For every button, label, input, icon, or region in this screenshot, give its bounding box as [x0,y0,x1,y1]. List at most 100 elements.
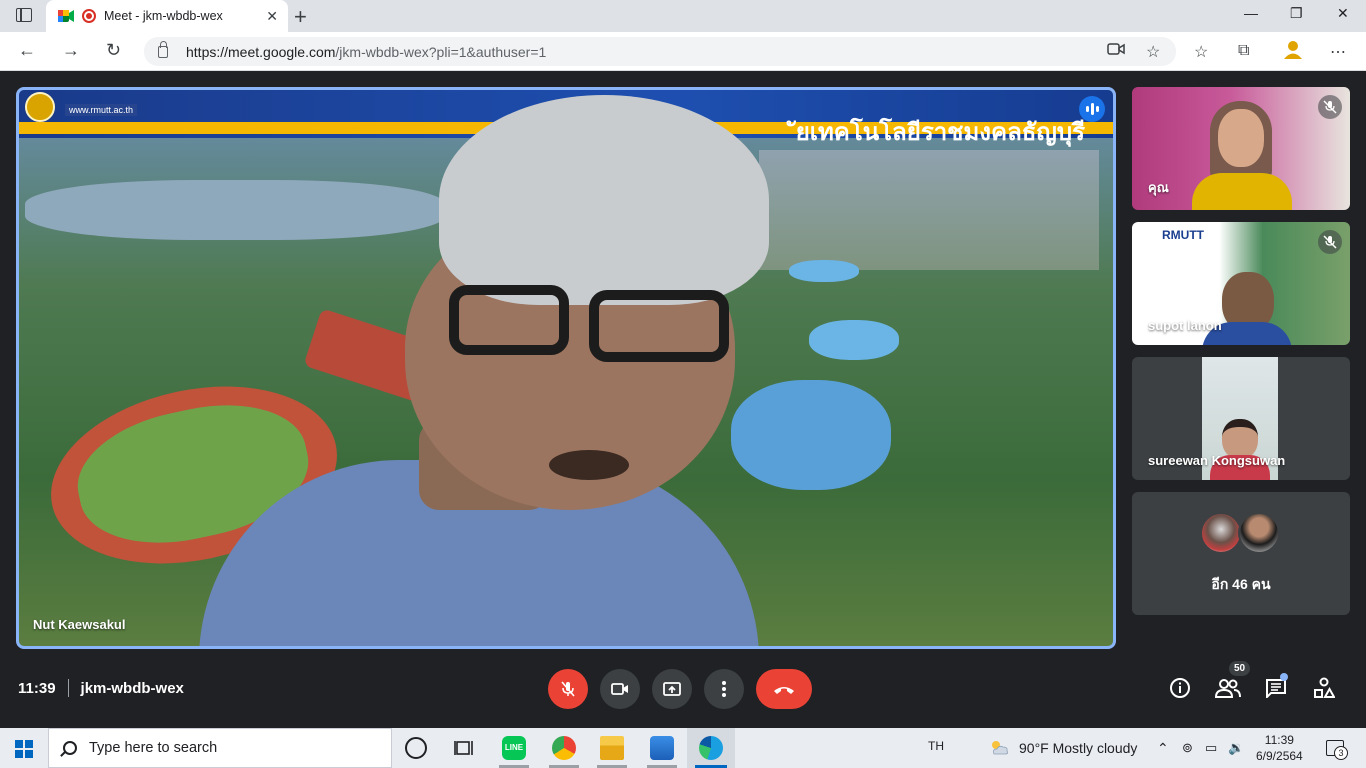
photos-icon[interactable] [650,736,674,760]
participant-shirt [1192,173,1292,210]
notification-count: 3 [1334,746,1348,760]
banner-website: www.rmutt.ac.th [65,104,138,116]
cortana-icon[interactable] [405,737,427,759]
background-pond [731,380,891,490]
address-bar[interactable]: https://meet.google.com/jkm-wbdb-wex?pli… [144,37,1176,66]
favorites-icon[interactable]: ☆ [1194,42,1208,62]
participant-tile[interactable]: RMUTT supot lanon [1132,222,1350,345]
divider [67,679,69,697]
file-explorer-icon[interactable] [600,736,624,760]
tab-actions-icon[interactable] [16,8,32,22]
background-city [759,150,1099,270]
reload-icon[interactable]: ↻ [106,40,121,61]
network-icon[interactable]: ⊚ [1182,740,1193,756]
windows-start-icon[interactable] [15,740,33,758]
activities-button[interactable] [1311,675,1337,701]
clock-date: 6/9/2564 [1256,749,1303,763]
chat-icon [1266,679,1286,698]
mic-off-icon [561,681,575,697]
taskbar-search[interactable]: Type here to search [48,728,392,768]
people-button[interactable] [1215,675,1241,701]
more-options-button[interactable] [704,669,744,709]
camera-icon [611,683,628,695]
speaker-glasses [449,285,569,355]
avatar-group [1200,512,1280,554]
chevron-up-icon[interactable]: ⌃ [1157,740,1169,757]
input-language[interactable]: TH [928,739,944,753]
meeting-time: 11:39 [18,679,56,697]
camera-toggle-button[interactable] [600,669,640,709]
restore-icon[interactable]: ❐ [1290,5,1303,22]
background-pond [809,320,899,360]
speaking-indicator-icon [1079,96,1105,122]
meeting-details-button[interactable] [1167,675,1193,701]
participant-face [1218,109,1264,167]
url-host: https://meet.google.com [186,43,336,60]
search-placeholder: Type here to search [89,740,218,756]
search-icon [63,741,77,755]
speaker-hair [439,95,769,305]
more-participants-label: อีก 46 คน [1211,576,1271,592]
more-vert-icon [722,681,726,697]
main-video-tile[interactable]: www.rmutt.ac.th ัยเทคโนโลยีราชมงคลธัญบุร… [16,87,1116,649]
profile-avatar-icon[interactable] [1282,38,1304,65]
participants-count-badge: 50 [1229,661,1251,676]
mic-off-icon [1318,230,1342,254]
task-view-icon[interactable] [453,736,477,760]
participant-tile[interactable]: sureewan Kongsuwan [1132,357,1350,480]
present-screen-button[interactable] [652,669,692,709]
tab-title: Meet - jkm-wbdb-wex [104,9,223,23]
leave-call-button[interactable] [756,669,812,709]
hang-up-icon [774,687,794,694]
info-icon [1170,678,1190,698]
meeting-code: jkm-wbdb-wex [80,679,184,697]
close-window-icon[interactable]: ✕ [1337,5,1349,22]
participant-name: supot lanon [1148,318,1222,333]
clock-time: 11:39 [1264,733,1294,747]
participant-tile[interactable]: คุณ [1132,87,1350,210]
meeting-controls: 11:39 jkm-wbdb-wex 50 [0,649,1366,728]
chrome-icon[interactable] [552,736,576,760]
line-app-icon[interactable]: LINE [502,736,526,760]
meet-stage: www.rmutt.ac.th ัยเทคโนโลยีราชมงคลธัญบุร… [0,71,1366,728]
browser-tab-meet[interactable]: Meet - jkm-wbdb-wex ✕ [46,0,288,32]
banner-title: ัยเทคโนโลยีราชมงคลธัญบุรี [795,119,1085,146]
close-tab-icon[interactable]: ✕ [266,8,278,25]
background-lake [25,180,445,240]
edge-browser-icon[interactable] [699,736,723,760]
main-participant-name: Nut Kaewsakul [33,617,126,632]
lock-icon[interactable] [158,40,168,58]
recording-icon [82,9,96,23]
speaker-mouth [549,450,629,480]
participant-name: sureewan Kongsuwan [1148,453,1286,468]
battery-icon[interactable]: ▭ [1205,740,1217,756]
weather-icon[interactable] [988,738,1010,759]
people-icon [1215,679,1241,698]
speaker-glasses [589,290,729,362]
minimize-icon[interactable]: — [1244,5,1258,21]
avatar [1238,512,1280,554]
google-meet-icon [58,9,74,23]
weather-text[interactable]: 90°F Mostly cloudy [1019,740,1137,756]
participant-name: คุณ [1148,180,1169,195]
browser-navbar: ← → ↻ https://meet.google.com/jkm-wbdb-w… [0,32,1366,71]
present-icon [663,682,681,696]
mic-toggle-button[interactable] [548,669,588,709]
camera-permission-icon[interactable] [1107,42,1125,61]
back-icon[interactable]: ← [18,40,36,61]
background-pond [789,260,859,282]
avatar [1200,512,1242,554]
new-tab-icon[interactable]: + [294,4,307,30]
windows-taskbar: Type here to search LINE TH 90°F Mostly … [0,728,1366,768]
rmutt-logo: RMUTT [1162,228,1204,242]
settings-more-icon[interactable]: ⋯ [1330,42,1346,62]
collections-icon[interactable]: ⧉ [1238,42,1249,60]
add-favorite-icon[interactable]: ☆ [1146,42,1160,62]
forward-icon[interactable]: → [62,40,80,61]
meeting-details: 11:39 jkm-wbdb-wex [18,679,184,697]
more-participants-tile[interactable]: อีก 46 คน [1132,492,1350,615]
system-clock[interactable]: 11:39 6/9/2564 [1256,732,1303,764]
url-path: /jkm-wbdb-wex?pli=1&authuser=1 [335,43,547,60]
volume-icon[interactable]: 🔉 [1228,740,1244,756]
mic-off-icon [1318,95,1342,119]
